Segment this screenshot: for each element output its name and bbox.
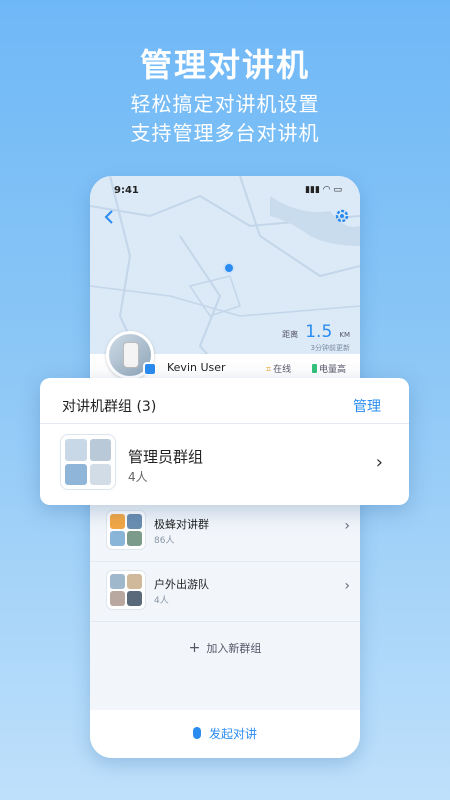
gear-icon[interactable] — [334, 208, 350, 224]
battery-status: 电量高 — [312, 362, 346, 375]
list-item[interactable]: 极蜂对讲群 86人 › — [90, 502, 360, 562]
distance-label: 距离 — [282, 330, 299, 339]
battery-icon — [312, 364, 317, 373]
chevron-right-icon: › — [344, 578, 350, 594]
hero-title: 管理对讲机 — [139, 46, 310, 84]
group-thumbnail — [60, 434, 116, 490]
updated-time: 3分钟前更新 — [310, 344, 350, 352]
distance-unit: KM — [339, 331, 350, 339]
group-count: 4人 — [128, 470, 148, 484]
talk-button[interactable]: 发起对讲 — [90, 710, 360, 758]
group-name: 户外出游队 — [154, 578, 209, 591]
group-thumbnail — [106, 510, 146, 550]
chevron-right-icon: › — [344, 518, 350, 534]
back-icon[interactable] — [102, 208, 116, 226]
add-group-button[interactable]: + 加入新群组 — [90, 630, 360, 666]
microphone-icon — [192, 727, 201, 739]
status-icons: ▮▮▮ ◠ ▭ — [305, 185, 342, 195]
signal-icon: ⌗ — [266, 365, 272, 375]
device-badge-icon — [143, 362, 157, 376]
hero-subtitle-1: 轻松搞定对讲机设置 — [130, 92, 320, 116]
group-name: 极蜂对讲群 — [154, 518, 209, 531]
online-status: ⌗ 在线 — [266, 365, 292, 375]
plus-icon: + — [188, 640, 201, 656]
divider — [40, 423, 409, 424]
list-item[interactable]: 户外出游队 4人 › — [90, 562, 360, 622]
chevron-right-icon[interactable]: › — [376, 452, 383, 473]
manage-button[interactable]: 管理 — [353, 396, 381, 416]
distance-value: 1.5 — [305, 322, 333, 342]
user-name: Kevin User — [167, 361, 226, 374]
location-marker — [223, 262, 235, 274]
status-time: 9:41 — [114, 185, 139, 196]
group-name[interactable]: 管理员群组 — [128, 446, 203, 467]
hero-subtitle-2: 支持管理多台对讲机 — [130, 121, 320, 145]
group-count: 4人 — [154, 596, 169, 606]
walkie-talkie-icon — [123, 342, 139, 368]
group-count: 86人 — [154, 536, 175, 546]
distance-info: 距离 1.5 KM 3分钟前更新 — [282, 322, 350, 353]
group-card: 对讲机群组 (3) 管理 管理员群组 4人 › — [40, 378, 409, 505]
card-title: 对讲机群组 (3) — [62, 399, 157, 415]
group-thumbnail — [106, 570, 146, 610]
